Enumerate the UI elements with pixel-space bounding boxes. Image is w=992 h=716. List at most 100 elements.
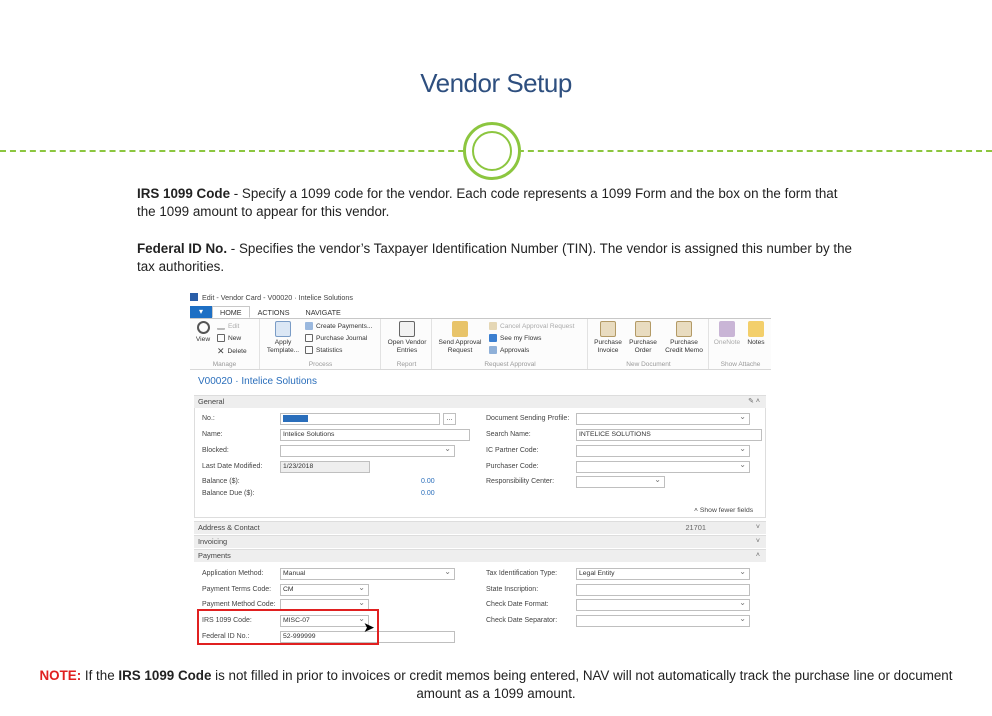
tab-actions[interactable]: ACTIONS (250, 306, 298, 318)
no-label: No.: (202, 415, 215, 422)
application-method-dropdown[interactable]: Manual (280, 567, 455, 580)
purchase-invoice-button[interactable]: Purchase Invoice (591, 321, 625, 354)
ic-partner-label: IC Partner Code: (486, 447, 539, 454)
app-menu-button[interactable]: ▾ (190, 306, 212, 318)
check-date-format-label: Check Date Format: (486, 601, 549, 608)
doc-sending-dropdown[interactable] (576, 412, 750, 425)
view-button[interactable]: View (193, 321, 213, 344)
show-fewer-fields-link[interactable]: ˄ Show fewer fields (694, 507, 753, 514)
apply-template-icon (275, 321, 291, 337)
edit-button[interactable]: Edit (217, 322, 239, 330)
window-titlebar: Edit - Vendor Card - V00020 · Intelice S… (190, 292, 353, 302)
federal-id-description: Federal ID No. - Specifies the vendor’s … (137, 241, 853, 274)
last-modified-label: Last Date Modified: (202, 463, 263, 470)
note-text: NOTE: If the IRS 1099 Code is not filled… (39, 668, 953, 701)
group-report: Open Vendor Entries Report (382, 319, 432, 369)
balance-due-value[interactable]: 0.00 (421, 490, 435, 497)
statistics-button[interactable]: Statistics (305, 346, 342, 354)
tax-id-type-dropdown[interactable]: Legal Entity (576, 567, 750, 580)
cancel-approval-icon (489, 322, 497, 330)
circle-ornament (463, 122, 521, 180)
see-my-flows-button[interactable]: See my Flows (489, 334, 541, 342)
group-request-approval: Send Approval Request Cancel Approval Re… (433, 319, 588, 369)
purchase-credit-memo-icon (676, 321, 692, 337)
payment-terms-dropdown[interactable]: CM (280, 583, 369, 596)
onenote-icon (719, 321, 735, 337)
journal-icon (305, 334, 313, 342)
delete-x-icon: ✕ (217, 346, 225, 356)
purchase-invoice-icon (600, 321, 616, 337)
check-date-separator-label: Check Date Separator: (486, 617, 558, 624)
approvals-button[interactable]: Approvals (489, 346, 529, 354)
check-date-separator-dropdown[interactable] (576, 614, 750, 627)
ribbon: View Edit New ✕ Delete Manage Apply Templ… (190, 318, 771, 370)
new-button[interactable]: New (217, 334, 241, 342)
ic-partner-dropdown[interactable] (576, 444, 750, 457)
chevron-up-icon: ˄ (755, 552, 760, 559)
new-doc-icon (217, 334, 225, 342)
approvals-icon (489, 346, 497, 354)
open-vendor-entries-button[interactable]: Open Vendor Entries (384, 321, 430, 354)
tab-navigate[interactable]: NAVIGATE (298, 306, 349, 318)
purchase-credit-memo-button[interactable]: Purchase Credit Memo (661, 321, 707, 354)
search-name-field[interactable]: INTELICE SOLUTIONS (576, 429, 762, 441)
doc-sending-label: Document Sending Profile: (486, 415, 570, 422)
onenote-button[interactable]: OneNote (712, 321, 742, 347)
notes-button[interactable]: Notes (744, 321, 768, 347)
purchase-journal-button[interactable]: Purchase Journal (305, 334, 367, 342)
window-title: Edit - Vendor Card - V00020 · Intelice S… (202, 292, 354, 302)
purchaser-dropdown[interactable] (576, 460, 750, 473)
group-new-document: Purchase Invoice Purchase Order Purchase… (589, 319, 709, 369)
chevron-up-icon: ✎ ˄ (748, 398, 760, 405)
no-field[interactable]: V00020 (280, 413, 440, 425)
entries-icon (399, 321, 415, 337)
purchase-order-icon (635, 321, 651, 337)
name-label: Name: (202, 431, 223, 438)
magnifier-icon (196, 321, 210, 334)
blocked-label: Blocked: (202, 447, 229, 454)
vendor-card-window: Edit - Vendor Card - V00020 · Intelice S… (186, 289, 771, 647)
section-payments-header[interactable]: Payments ˄ (194, 549, 766, 562)
balance-label: Balance ($): (202, 478, 240, 485)
slide-title: Vendor Setup (420, 68, 572, 98)
tab-home[interactable]: HOME (212, 306, 250, 318)
chevron-down-icon: ˅ (755, 538, 760, 545)
balance-due-label: Balance Due ($): (202, 490, 255, 497)
payment-method-label: Payment Method Code: (202, 601, 276, 608)
group-manage: View Edit New ✕ Delete Manage (190, 319, 260, 369)
delete-button[interactable]: ✕ Delete (217, 346, 247, 357)
pencil-icon (217, 322, 225, 330)
flows-icon (489, 334, 497, 342)
highlight-box (197, 609, 379, 645)
chevron-down-icon: ˅ (755, 524, 760, 531)
state-inscription-field[interactable] (576, 584, 750, 596)
payments-icon (305, 322, 313, 330)
balance-value[interactable]: 0.00 (421, 478, 435, 485)
section-invoicing-header[interactable]: Invoicing ˅ (194, 535, 766, 548)
blocked-dropdown[interactable] (280, 444, 455, 457)
search-name-label: Search Name: (486, 431, 531, 438)
tax-id-type-label: Tax Identification Type: (486, 570, 558, 577)
section-general-header[interactable]: General ✎ ˄ (194, 395, 766, 408)
ribbon-tabs: ▾ HOME ACTIONS NAVIGATE (190, 306, 349, 318)
application-method-label: Application Method: (202, 570, 264, 577)
vendor-card-title: V00020 · Intelice Solutions (198, 376, 317, 387)
create-payments-button[interactable]: Create Payments... (305, 322, 372, 330)
apply-template-button[interactable]: Apply Template... (265, 321, 301, 354)
last-modified-field: 1/23/2018 (280, 461, 370, 473)
state-inscription-label: State Inscription: (486, 586, 539, 593)
resp-center-dropdown[interactable] (576, 475, 665, 488)
irs-1099-description: IRS 1099 Code - Specify a 1099 code for … (137, 186, 838, 219)
cancel-approval-button[interactable]: Cancel Approval Request (489, 322, 574, 330)
purchase-order-button[interactable]: Purchase Order (626, 321, 660, 354)
group-process: Apply Template... Create Payments... Pur… (261, 319, 381, 369)
send-approval-icon (452, 321, 468, 337)
send-approval-request-button[interactable]: Send Approval Request (437, 321, 483, 354)
section-address-header[interactable]: Address & Contact 21701 ˅ (194, 521, 766, 534)
check-date-format-dropdown[interactable] (576, 598, 750, 611)
name-field[interactable]: Intelice Solutions (280, 429, 470, 441)
purchaser-label: Purchaser Code: (486, 463, 539, 470)
group-show-attached: OneNote Notes Show Attache (710, 319, 771, 369)
resp-center-label: Responsibility Center: (486, 478, 555, 485)
no-assist-button[interactable]: … (443, 413, 456, 425)
